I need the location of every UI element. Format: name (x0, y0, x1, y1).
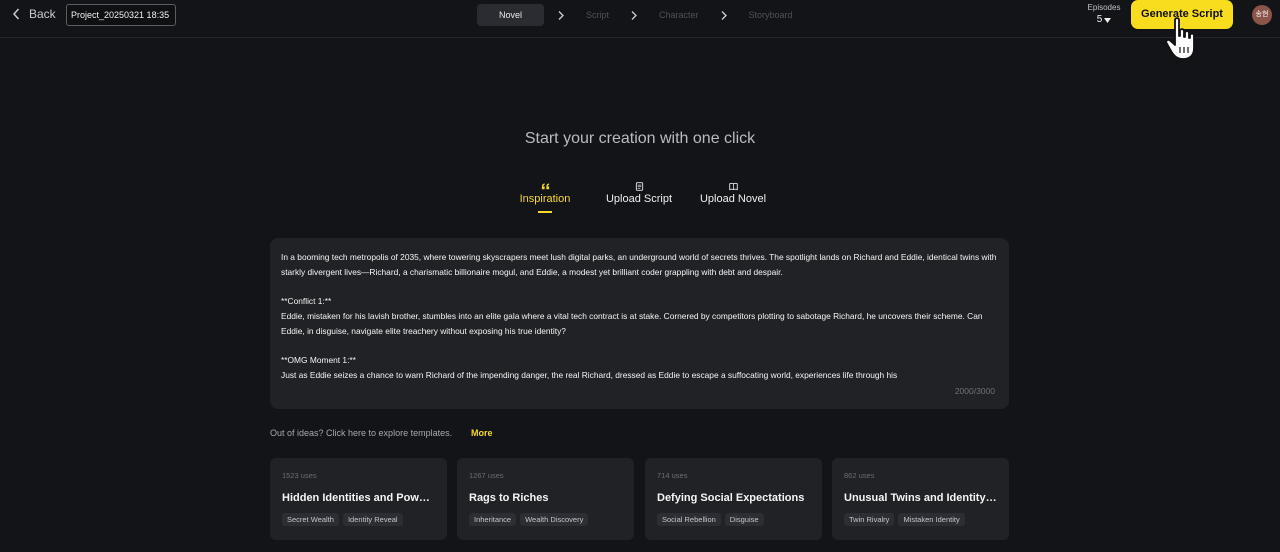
step-novel[interactable]: Novel (477, 4, 544, 26)
step-storyboard[interactable]: Storyboard (741, 4, 801, 26)
page-headline: Start your creation with one click (524, 130, 756, 147)
templates-hint: Out of ideas? Click here to explore temp… (270, 428, 453, 438)
back-label: Back (29, 7, 56, 21)
story-text[interactable]: In a booming tech metropolis of 2035, wh… (281, 250, 998, 383)
template-tag: Identity Reveal (342, 513, 403, 526)
quote-icon (541, 182, 549, 189)
template-tag: Secret Wealth (282, 513, 339, 526)
usage-count: 1523 uses (282, 471, 317, 480)
template-title: Defying Social Expectations (657, 492, 805, 504)
generate-script-button[interactable]: Generate Script (1131, 0, 1233, 29)
top-bar: Back Project_20250321 18:35 Novel Script… (0, 0, 1280, 38)
template-card[interactable]: 862 uses Unusual Twins and Identity Swap… (832, 458, 1009, 540)
active-tab-indicator (538, 211, 552, 213)
avatar[interactable]: 송현 (1252, 5, 1272, 25)
character-count: 2000/3000 (954, 386, 995, 396)
template-tag: Mistaken Identity (898, 513, 965, 526)
chevron-right-icon (617, 10, 651, 20)
usage-count: 862 uses (844, 471, 875, 480)
template-tag: Twin Rivalry (844, 513, 895, 526)
template-tag: Disguise (724, 513, 764, 526)
chevron-left-icon (12, 8, 20, 20)
document-icon (635, 181, 643, 191)
usage-count: 1267 uses (469, 471, 504, 480)
more-templates-link[interactable]: More (471, 428, 493, 438)
episodes-label: Episodes (1087, 3, 1121, 12)
step-character[interactable]: Character (651, 4, 707, 26)
chevron-right-icon (544, 10, 578, 20)
tab-upload-script[interactable]: Upload Script (601, 180, 677, 206)
tab-upload-novel[interactable]: Upload Novel (695, 180, 771, 206)
story-textarea[interactable]: In a booming tech metropolis of 2035, wh… (270, 238, 1009, 409)
template-title: Hidden Identities and Power Plays (282, 492, 435, 504)
project-name-field[interactable]: Project_20250321 18:35 (66, 4, 176, 26)
episodes-dropdown[interactable]: 5 (1086, 13, 1122, 27)
back-button[interactable]: Back (12, 6, 56, 22)
usage-count: 714 uses (657, 471, 688, 480)
step-script[interactable]: Script (578, 4, 617, 26)
tab-inspiration[interactable]: Inspiration (512, 180, 578, 213)
tab-label: Upload Novel (699, 193, 767, 205)
template-title: Unusual Twins and Identity Swaps (844, 492, 997, 504)
template-card[interactable]: 1267 uses Rags to Riches Inheritance Wea… (457, 458, 634, 540)
book-icon (728, 182, 738, 190)
template-card[interactable]: 714 uses Defying Social Expectations Soc… (645, 458, 822, 540)
template-tag: Wealth Discovery (520, 513, 589, 526)
step-navigation: Novel Script Character Storyboard (477, 4, 801, 26)
template-tag: Social Rebellion (657, 513, 721, 526)
tab-label: Upload Script (605, 193, 673, 205)
template-tag: Inheritance (469, 513, 517, 526)
episodes-value: 5 (1096, 14, 1103, 25)
template-card[interactable]: 1523 uses Hidden Identities and Power Pl… (270, 458, 447, 540)
episodes-selector[interactable]: Episodes 5 (1086, 3, 1122, 27)
template-title: Rags to Riches (469, 492, 549, 504)
chevron-right-icon (707, 10, 741, 20)
caret-down-icon (1104, 17, 1112, 23)
source-tabs: Inspiration Upload Script Upload Novel (0, 180, 1280, 220)
tab-label: Inspiration (519, 193, 571, 205)
